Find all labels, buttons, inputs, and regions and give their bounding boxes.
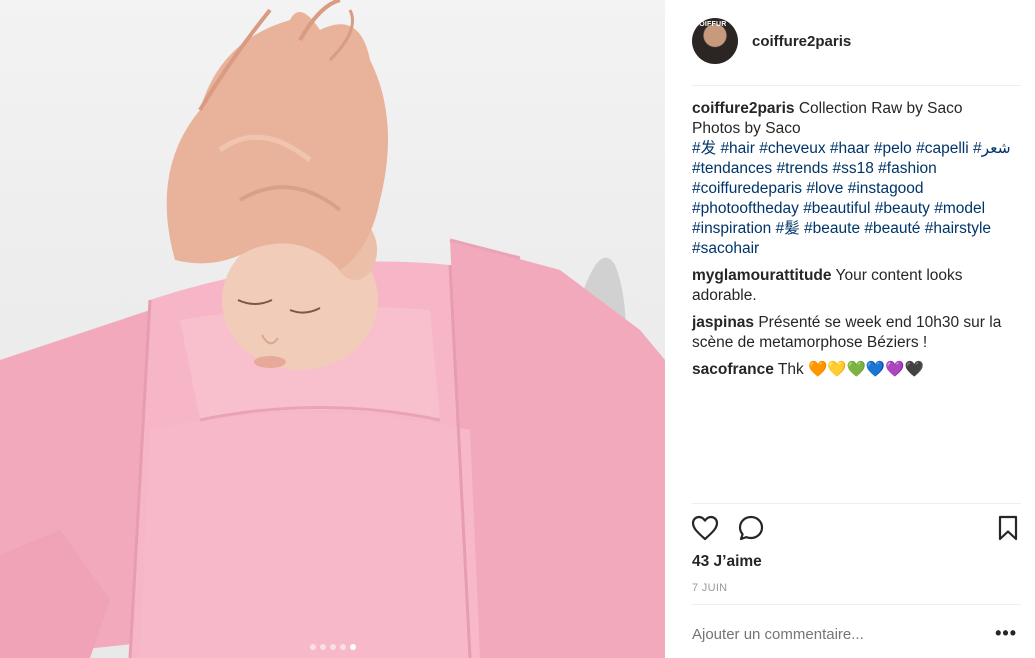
hashtag-link[interactable]: #coiffuredeparis xyxy=(692,180,802,197)
avatar-logo-text: COIFFUR xyxy=(694,21,727,28)
comment-username[interactable]: myglamourattitude xyxy=(692,267,832,284)
hashtag-link[interactable]: #trends xyxy=(776,160,828,177)
photo-illustration xyxy=(0,0,665,658)
caption: coiffure2paris Collection Raw by Saco Ph… xyxy=(692,99,1022,259)
comment-username[interactable]: sacofrance xyxy=(692,361,774,378)
hashtag-link[interactable]: #شعر xyxy=(973,140,1011,157)
hashtag-link[interactable]: #tendances xyxy=(692,160,772,177)
hashtag-link[interactable]: #hair xyxy=(720,140,754,157)
caption-username[interactable]: coiffure2paris xyxy=(692,100,795,117)
avatar[interactable]: COIFFUR xyxy=(692,18,738,64)
comment-divider xyxy=(692,604,1021,605)
hashtag-link[interactable]: #fashion xyxy=(878,160,937,177)
carousel-dot xyxy=(339,644,346,650)
add-comment-input[interactable] xyxy=(692,626,992,643)
comment-item: jaspinas Présenté se week end 10h30 sur … xyxy=(692,313,1022,353)
hashtag-link[interactable]: #pelo xyxy=(874,140,912,157)
carousel-dot xyxy=(309,644,316,650)
hashtag-link[interactable]: #capelli xyxy=(916,140,969,157)
caption-text-line1: Collection Raw by Saco xyxy=(794,100,963,117)
post-date: 7 JUIN xyxy=(692,582,728,594)
carousel-dot xyxy=(319,644,326,650)
post-photo[interactable] xyxy=(0,0,665,658)
hashtag-link[interactable]: #beautiful xyxy=(803,200,870,217)
hashtag-link[interactable]: #haar xyxy=(830,140,870,157)
comment-username[interactable]: jaspinas xyxy=(692,314,754,331)
comment-item: myglamourattitude Your content looks ado… xyxy=(692,266,1022,306)
carousel-dot xyxy=(329,644,336,650)
post-side-panel: COIFFUR coiffure2paris coiffure2paris Co… xyxy=(665,0,1035,658)
more-options-button[interactable]: ••• xyxy=(995,624,1017,642)
header-divider xyxy=(692,85,1021,86)
hashtag-link[interactable]: #beauté xyxy=(864,220,920,237)
hashtag-link[interactable]: #hairstyle xyxy=(925,220,991,237)
caption-hashtags: #发 #hair #cheveux #haar #pelo #capelli #… xyxy=(692,140,1011,257)
hashtag-link[interactable]: #love xyxy=(806,180,843,197)
actions-divider xyxy=(692,503,1021,504)
hashtag-link[interactable]: #cheveux xyxy=(759,140,825,157)
caption-text-line2: Photos by Saco xyxy=(692,120,801,137)
hashtag-link[interactable]: #sacohair xyxy=(692,240,759,257)
hashtag-link[interactable]: #photooftheday xyxy=(692,200,799,217)
comment-text: Thk 🧡💛💚💙💜🖤 xyxy=(773,361,924,378)
post-header: COIFFUR coiffure2paris xyxy=(692,18,1021,64)
hashtag-link[interactable]: #髪 xyxy=(776,220,800,237)
hashtag-link[interactable]: #beaute xyxy=(804,220,860,237)
heart-outline-icon[interactable] xyxy=(690,513,720,543)
hashtag-link[interactable]: #beauty xyxy=(875,200,930,217)
hashtag-link[interactable]: #inspiration xyxy=(692,220,771,237)
carousel-dot-active xyxy=(349,644,356,650)
bookmark-icon[interactable] xyxy=(993,513,1023,543)
speech-bubble-icon[interactable] xyxy=(736,513,766,543)
carousel-indicator xyxy=(0,644,665,650)
hashtag-link[interactable]: #发 xyxy=(692,140,716,157)
hashtag-link[interactable]: #ss18 xyxy=(832,160,873,177)
comments-list: coiffure2paris Collection Raw by Saco Ph… xyxy=(692,99,1022,387)
hashtag-link[interactable]: #instagood xyxy=(848,180,924,197)
post-username[interactable]: coiffure2paris xyxy=(752,33,851,50)
comment-item: sacofrance Thk 🧡💛💚💙💜🖤 xyxy=(692,360,1022,380)
likes-count[interactable]: 43 J’aime xyxy=(692,553,762,571)
post-actions xyxy=(690,513,1023,545)
hashtag-link[interactable]: #model xyxy=(934,200,985,217)
